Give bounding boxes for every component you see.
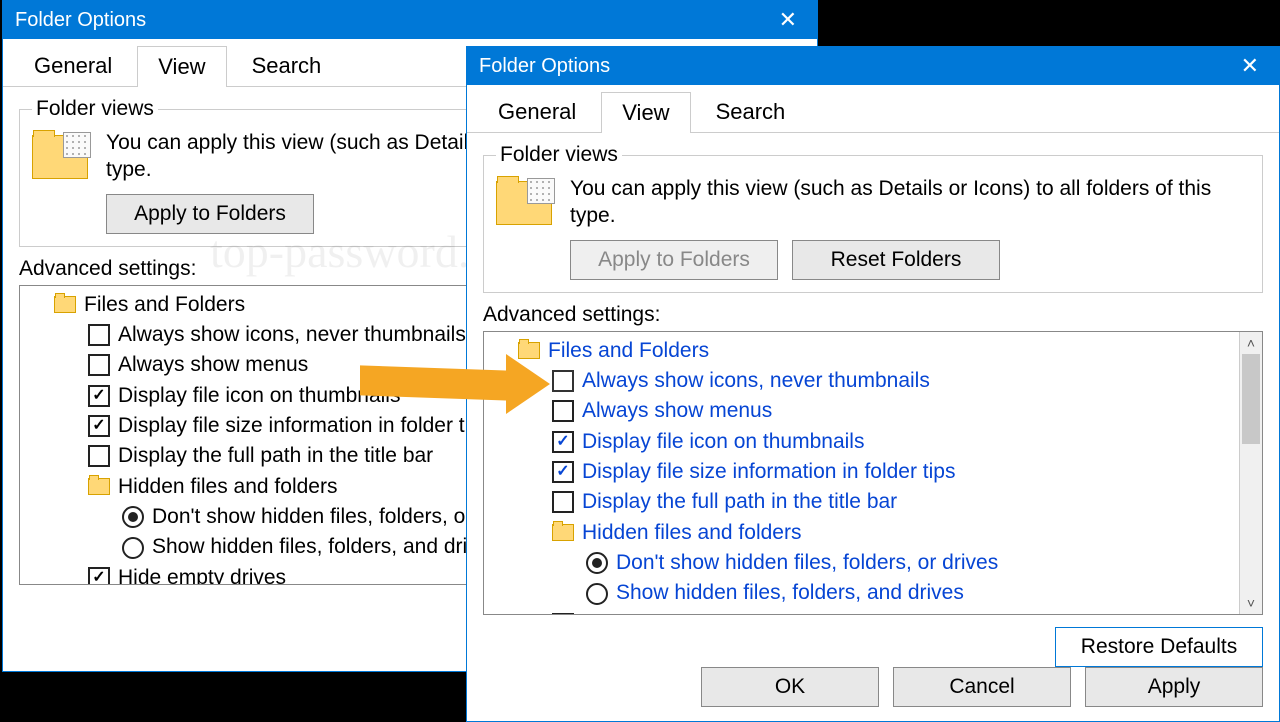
folder-icon (88, 478, 110, 495)
folder-views-group: Folder views You can apply this view (su… (483, 143, 1263, 293)
tab-general[interactable]: General (13, 45, 133, 86)
radio[interactable] (586, 583, 608, 605)
window-title: Folder Options (15, 9, 146, 32)
scrollbar[interactable]: ˄ ˅ (1239, 332, 1262, 614)
checkbox[interactable]: ✓ (552, 431, 574, 453)
folder-options-window-front: Folder Options ✕ General View Search Fol… (466, 46, 1280, 722)
ok-button[interactable]: OK (701, 667, 879, 707)
folder-icon (32, 135, 88, 179)
advanced-settings-tree[interactable]: ˄ ˅ Files and Folders Always show icons,… (483, 331, 1263, 615)
scroll-down-icon[interactable]: ˅ (1240, 592, 1262, 614)
tab-view[interactable]: View (137, 46, 226, 87)
apply-to-folders-button[interactable]: Apply to Folders (106, 194, 314, 234)
checkbox[interactable]: ✓ (552, 461, 574, 483)
folder-icon (518, 342, 540, 359)
reset-folders-button[interactable]: Reset Folders (792, 240, 1000, 280)
checkbox[interactable]: ✓ (88, 385, 110, 407)
folder-views-legend: Folder views (496, 143, 622, 167)
checkbox[interactable] (88, 445, 110, 467)
window-title: Folder Options (479, 55, 610, 78)
close-icon[interactable]: ✕ (771, 7, 805, 33)
folder-icon (54, 296, 76, 313)
tab-search[interactable]: Search (695, 91, 807, 132)
titlebar: Folder Options ✕ (467, 47, 1279, 85)
folder-icon (552, 524, 574, 541)
apply-button[interactable]: Apply (1085, 667, 1263, 707)
tab-search[interactable]: Search (231, 45, 343, 86)
scroll-up-icon[interactable]: ˄ (1240, 332, 1262, 354)
advanced-settings-label: Advanced settings: (483, 303, 1263, 327)
checkbox[interactable] (88, 354, 110, 376)
checkbox[interactable] (552, 370, 574, 392)
radio[interactable] (122, 537, 144, 559)
checkbox[interactable]: ✓ (552, 613, 574, 615)
checkbox[interactable] (552, 491, 574, 513)
checkbox[interactable]: ✓ (88, 567, 110, 585)
apply-to-folders-button[interactable]: Apply to Folders (570, 240, 778, 280)
tab-general[interactable]: General (477, 91, 597, 132)
tab-view[interactable]: View (601, 92, 690, 133)
tabs: General View Search (467, 85, 1279, 133)
checkbox[interactable]: ✓ (88, 415, 110, 437)
scrollbar-thumb[interactable] (1242, 354, 1260, 444)
radio[interactable] (586, 552, 608, 574)
titlebar: Folder Options ✕ (3, 1, 817, 39)
folder-icon (496, 181, 552, 225)
folder-views-text: You can apply this view (such as Details… (570, 175, 1250, 230)
checkbox[interactable] (88, 324, 110, 346)
close-icon[interactable]: ✕ (1233, 53, 1267, 79)
checkbox[interactable] (552, 400, 574, 422)
radio[interactable] (122, 506, 144, 528)
cancel-button[interactable]: Cancel (893, 667, 1071, 707)
folder-views-legend: Folder views (32, 97, 158, 121)
